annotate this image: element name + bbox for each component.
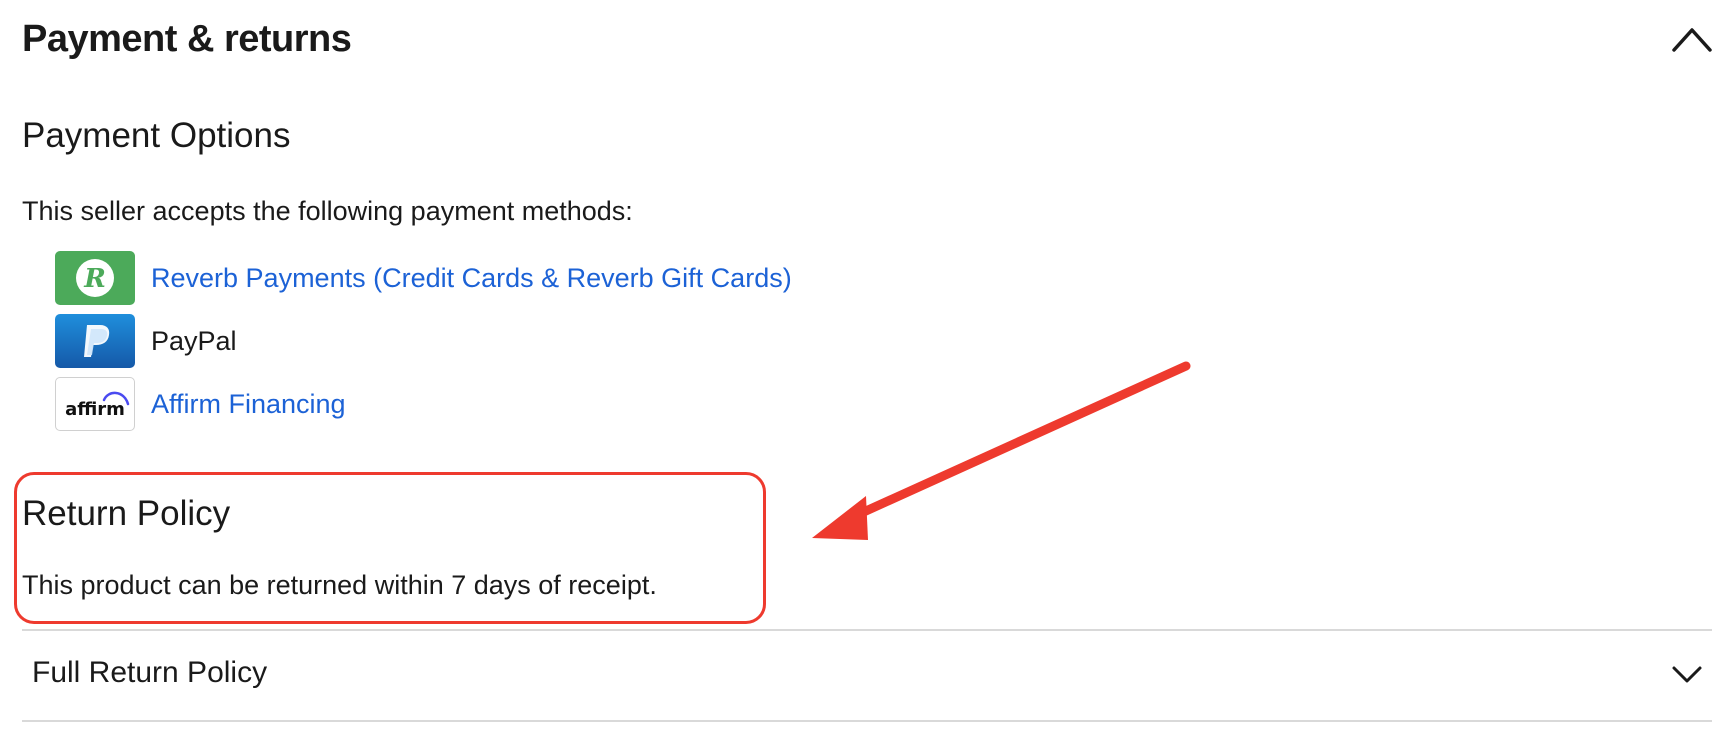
paypal-label: PayPal xyxy=(151,325,237,356)
return-policy-text: This product can be returned within 7 da… xyxy=(22,570,657,600)
payment-method-paypal: PayPal xyxy=(55,314,237,368)
payment-returns-header[interactable]: Payment & returns xyxy=(22,14,1712,64)
return-policy-heading: Return Policy xyxy=(22,494,231,533)
payment-method-reverb: R Reverb Payments (Credit Cards & Reverb… xyxy=(55,251,792,305)
affirm-logo-text: affirm xyxy=(65,399,125,420)
chevron-down-icon[interactable] xyxy=(1670,659,1704,689)
affirm-financing-link[interactable]: Affirm Financing xyxy=(151,389,346,420)
payment-options-heading: Payment Options xyxy=(22,116,291,155)
svg-text:R: R xyxy=(83,264,106,294)
section-title: Payment & returns xyxy=(22,18,352,60)
divider xyxy=(22,720,1712,722)
chevron-up-icon[interactable] xyxy=(1672,20,1712,56)
reverb-payments-link[interactable]: Reverb Payments (Credit Cards & Reverb G… xyxy=(151,263,792,294)
full-return-policy-toggle[interactable]: Full Return Policy xyxy=(22,631,1712,719)
payment-methods-intro: This seller accepts the following paymen… xyxy=(22,196,633,226)
reverb-icon: R xyxy=(55,251,135,305)
paypal-icon xyxy=(55,314,135,368)
payment-method-affirm: affirm Affirm Financing xyxy=(55,377,346,431)
full-return-policy-label: Full Return Policy xyxy=(32,656,268,689)
affirm-icon: affirm xyxy=(55,377,135,431)
